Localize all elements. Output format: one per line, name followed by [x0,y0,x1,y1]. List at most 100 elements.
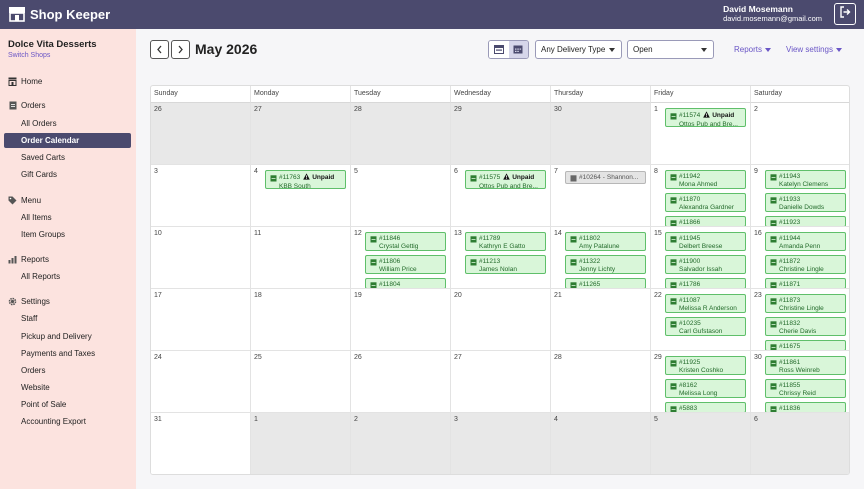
order-event[interactable]: #11802 Amy Patalune [565,232,646,251]
calendar-day-cell[interactable]: 9 #11943 Katelyn Clemens #11933 Danielle Dow… [751,165,849,227]
order-event[interactable]: #11873 Christine Lingle [765,294,846,313]
order-event[interactable]: #10235 Carl Gufstason [665,317,746,336]
sidebar-item-point-of-sale[interactable]: Point of Sale [4,397,131,412]
calendar-day-cell[interactable]: 22 #11087 Melissa R Anderson #10235 Carl Guf… [651,289,751,351]
sidebar-item-all-orders[interactable]: All Orders [4,116,131,131]
app-logo[interactable]: Shop Keeper [8,4,110,24]
calendar-day-cell[interactable]: 18 [251,289,351,351]
calendar-day-cell[interactable]: 26 [151,103,251,165]
order-event[interactable]: #11087 Melissa R Anderson [665,294,746,313]
switch-shops-link[interactable]: Switch Shops [8,52,97,59]
reports-dropdown[interactable]: Reports [734,45,772,54]
order-event[interactable]: #11832 Cherie Davis [765,317,846,336]
calendar-day-cell[interactable]: 27 [251,103,351,165]
order-event[interactable]: #11933 Danielle Dowds [765,193,846,212]
calendar-day-cell[interactable]: 15 #11945 Delbert Breese #11900 Salvador Iss… [651,227,751,289]
calendar-day-cell[interactable]: 5 [651,413,751,474]
view-settings-dropdown[interactable]: View settings [786,45,842,54]
calendar-day-cell[interactable]: 6 [751,413,849,474]
order-event[interactable]: #5883 [665,402,746,412]
order-event[interactable]: #11942 Mona Ahmed [665,170,746,189]
order-event[interactable]: #11855 Chrissy Reid [765,379,846,398]
order-event[interactable]: #11763 Unpaid KBB South [265,170,346,189]
calendar-day-cell[interactable]: 29 [451,103,551,165]
calendar-day-cell[interactable]: 7 #10264- Shannon... [551,165,651,227]
calendar-day-cell[interactable]: 17 [151,289,251,351]
sidebar-item-accounting-export[interactable]: Accounting Export [4,414,131,429]
calendar-day-cell[interactable]: 10 [151,227,251,289]
calendar-day-cell[interactable]: 13 #11789 Kathryn E Gatto #11213 James Nolan [451,227,551,289]
order-event[interactable]: #11866 [665,216,746,226]
order-event[interactable]: #11804 [365,278,446,288]
month-view-button[interactable] [508,41,528,58]
week-view-button[interactable] [489,41,509,58]
order-event[interactable]: #11675 [765,340,846,350]
sidebar-item-item-groups[interactable]: Item Groups [4,227,131,242]
calendar-day-cell[interactable]: 6 #11575 Unpaid Ottos Pub and Bre... [451,165,551,227]
delivery-type-select[interactable]: Any Delivery Type [535,40,622,59]
order-event[interactable]: #11923 [765,216,846,226]
order-event[interactable]: #11786 [665,278,746,288]
sidebar-item-staff[interactable]: Staff [4,311,131,326]
order-event[interactable]: #11861 Ross Weinreb [765,356,846,375]
calendar-day-cell[interactable]: 24 [151,351,251,413]
status-select[interactable]: Open [627,40,714,59]
order-event[interactable]: #11943 Katelyn Clemens [765,170,846,189]
sidebar-item-order-calendar[interactable]: Order Calendar [4,133,131,148]
order-event[interactable]: #11322 Jenny Lichty [565,255,646,274]
calendar-day-cell[interactable]: 11 [251,227,351,289]
sidebar-item-saved-carts[interactable]: Saved Carts [4,150,131,165]
calendar-day-cell[interactable]: 2 [351,413,451,474]
order-event[interactable]: #11574 Unpaid Ottos Pub and Bre... [665,108,746,127]
order-event[interactable]: #11213 James Nolan [465,255,546,274]
calendar-day-cell[interactable]: 12 #11846 Crystal Gettig #11806 William Pric… [351,227,451,289]
order-event[interactable]: #11806 William Price [365,255,446,274]
order-event[interactable]: #11944 Amanda Penn [765,232,846,251]
calendar-day-cell[interactable]: 8 #11942 Mona Ahmed #11870 Alexandra Gardner… [651,165,751,227]
sidebar-item-all-reports[interactable]: All Reports [4,269,131,284]
calendar-day-cell[interactable]: 27 [451,351,551,413]
logout-button[interactable] [834,3,856,25]
order-event[interactable]: #11900 Salvador Issah [665,255,746,274]
order-event[interactable]: #11925 Kristen Coshko [665,356,746,375]
calendar-day-cell[interactable]: 30 #11861 Ross Weinreb #11855 Chrissy Reid #1… [751,351,849,413]
calendar-day-cell[interactable]: 3 [151,165,251,227]
calendar-day-cell[interactable]: 28 [551,351,651,413]
calendar-day-cell[interactable]: 1 #11574 Unpaid Ottos Pub and Bre... [651,103,751,165]
calendar-day-cell[interactable]: 23 #11873 Christine Lingle #11832 Cherie Dav… [751,289,849,351]
order-event[interactable]: #11870 Alexandra Gardner [665,193,746,212]
order-event[interactable]: #10264- Shannon... [565,171,646,184]
order-event[interactable]: #11575 Unpaid Ottos Pub and Bre... [465,170,546,189]
sidebar-item-pickup-delivery[interactable]: Pickup and Delivery [4,329,131,344]
calendar-day-cell[interactable]: 26 [351,351,451,413]
sidebar-item-orders-settings[interactable]: Orders [4,363,131,378]
order-event[interactable]: #11945 Delbert Breese [665,232,746,251]
calendar-day-cell[interactable]: 3 [451,413,551,474]
order-event[interactable]: #11789 Kathryn E Gatto [465,232,546,251]
order-event[interactable]: #11872 Christine Lingle [765,255,846,274]
calendar-day-cell[interactable]: 30 [551,103,651,165]
calendar-day-cell[interactable]: 16 #11944 Amanda Penn #11872 Christine Lingl… [751,227,849,289]
order-event[interactable]: #11265 [565,278,646,288]
calendar-day-cell[interactable]: 2 [751,103,849,165]
order-event[interactable]: #11836 [765,402,846,412]
calendar-day-cell[interactable]: 31 [151,413,251,474]
order-event[interactable]: #11846 Crystal Gettig [365,232,446,251]
sidebar-item-payments-taxes[interactable]: Payments and Taxes [4,346,131,361]
calendar-day-cell[interactable]: 29 #11925 Kristen Coshko #8162 Melissa Long #… [651,351,751,413]
calendar-day-cell[interactable]: 28 [351,103,451,165]
calendar-day-cell[interactable]: 19 [351,289,451,351]
previous-month-button[interactable] [150,40,169,59]
next-month-button[interactable] [171,40,190,59]
order-event[interactable]: #11871 [765,278,846,288]
calendar-day-cell[interactable]: 4 #11763 Unpaid KBB South [251,165,351,227]
sidebar-item-gift-cards[interactable]: Gift Cards [4,167,131,182]
order-event[interactable]: #8162 Melissa Long [665,379,746,398]
calendar-day-cell[interactable]: 14 #11802 Amy Patalune #11322 Jenny Lichty #1… [551,227,651,289]
sidebar-item-website[interactable]: Website [4,380,131,395]
sidebar-item-all-items[interactable]: All Items [4,210,131,225]
calendar-day-cell[interactable]: 1 [251,413,351,474]
calendar-day-cell[interactable]: 21 [551,289,651,351]
calendar-day-cell[interactable]: 25 [251,351,351,413]
calendar-day-cell[interactable]: 4 [551,413,651,474]
